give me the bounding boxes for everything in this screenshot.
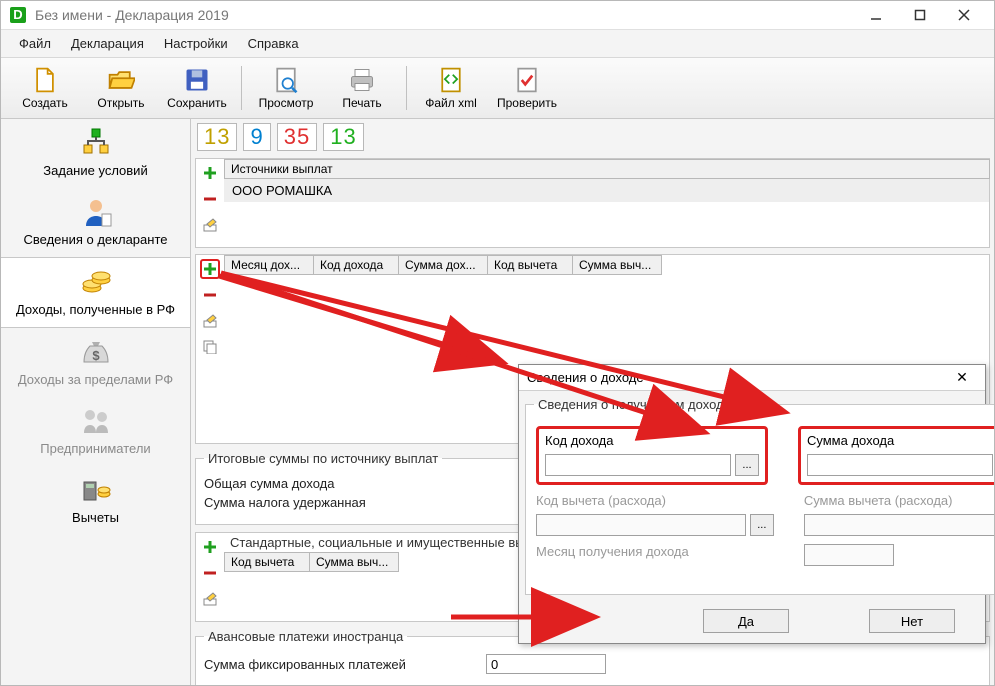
income-dialog: Сведения о доходе ✕ Сведения о полученно… [518, 364, 986, 644]
rate-13b[interactable]: 13 [323, 123, 363, 151]
sidebar-tab-entrepreneur[interactable]: Предприниматели [1, 397, 190, 466]
minus-icon [203, 566, 217, 580]
edit-source-button[interactable] [200, 215, 220, 235]
entrepreneur-icon [80, 405, 112, 437]
deductions-icon [80, 474, 112, 506]
svg-text:$: $ [92, 348, 100, 363]
menu-file[interactable]: Файл [9, 32, 61, 55]
open-folder-icon [107, 66, 135, 94]
preview-icon [272, 66, 300, 94]
edit-icon [203, 218, 217, 232]
rate-13[interactable]: 13 [197, 123, 237, 151]
deduction-sum-input[interactable] [804, 514, 995, 536]
app-icon: D [9, 6, 27, 24]
plus-icon [203, 166, 217, 180]
toolbar-print[interactable]: Печать [324, 62, 400, 114]
toolbar-save[interactable]: Сохранить [159, 62, 235, 114]
sidebar-tab-conditions[interactable]: Задание условий [1, 119, 190, 188]
col-ded-sum: Сумма выч... [572, 255, 662, 275]
source-row[interactable]: ООО РОМАШКА [224, 179, 989, 202]
sidebar-tab-income-abroad[interactable]: $ Доходы за пределами РФ [1, 328, 190, 397]
plus-icon [203, 262, 217, 276]
sum-label: Сумма дохода [807, 433, 993, 448]
close-button[interactable] [942, 1, 986, 29]
xml-file-icon [437, 66, 465, 94]
month-input[interactable] [804, 544, 894, 566]
sidebar-tab-declarant[interactable]: Сведения о декларанте [1, 188, 190, 257]
rate-35[interactable]: 35 [277, 123, 317, 151]
minimize-button[interactable] [854, 1, 898, 29]
money-bag-icon: $ [80, 336, 112, 368]
dialog-close-button[interactable]: ✕ [947, 369, 977, 386]
fixed-payment-input[interactable] [486, 654, 606, 674]
check-icon [513, 66, 541, 94]
menu-settings[interactable]: Настройки [154, 32, 238, 55]
col-code: Код дохода [313, 255, 399, 275]
code-label: Код дохода [545, 433, 759, 448]
menu-help[interactable]: Справка [238, 32, 309, 55]
save-icon [183, 66, 211, 94]
toolbar-open[interactable]: Открыть [83, 62, 159, 114]
toolbar-check[interactable]: Проверить [489, 62, 565, 114]
svg-text:D: D [13, 7, 22, 22]
dialog-ok-button[interactable]: Да [703, 609, 789, 633]
toolbar-create[interactable]: Создать [7, 62, 83, 114]
toolbar-xml[interactable]: Файл xml [413, 62, 489, 114]
minus-icon [203, 192, 217, 206]
minus-icon [203, 288, 217, 302]
dialog-cancel-button[interactable]: Нет [869, 609, 955, 633]
delete-income-button[interactable] [200, 285, 220, 305]
col-ded-code: Код вычета [487, 255, 573, 275]
col-month: Месяц дох... [224, 255, 314, 275]
income-code-input[interactable] [545, 454, 731, 476]
deduction-code-input[interactable] [536, 514, 746, 536]
sidebar: Задание условий Сведения о декларанте До… [1, 119, 191, 686]
add-source-button[interactable] [200, 163, 220, 183]
person-icon [80, 196, 112, 228]
coins-icon [80, 266, 112, 298]
copy-income-button[interactable] [200, 337, 220, 357]
col-sum: Сумма дох... [398, 255, 488, 275]
conditions-icon [80, 127, 112, 159]
titlebar: D Без имени - Декларация 2019 [1, 1, 994, 30]
window-title: Без имени - Декларация 2019 [35, 7, 854, 23]
rate-9[interactable]: 9 [243, 123, 270, 151]
rate-tabs: 13 9 35 13 [191, 119, 994, 155]
income-code-lookup[interactable]: ... [735, 454, 759, 476]
menubar: Файл Декларация Настройки Справка [1, 30, 994, 58]
edit-deduction-button[interactable] [200, 589, 220, 609]
plus-icon [203, 540, 217, 554]
sidebar-tab-deductions[interactable]: Вычеты [1, 466, 190, 535]
income-sum-input[interactable] [807, 454, 993, 476]
edit-income-button[interactable] [200, 311, 220, 331]
toolbar: Создать Открыть Сохранить Просмотр Печат… [1, 58, 994, 119]
toolbar-preview[interactable]: Просмотр [248, 62, 324, 114]
sidebar-tab-income-rf[interactable]: Доходы, полученные в РФ [1, 257, 190, 328]
sources-header: Источники выплат [224, 159, 990, 179]
dialog-title: Сведения о доходе [527, 370, 947, 385]
print-icon [348, 66, 376, 94]
delete-source-button[interactable] [200, 189, 220, 209]
deduction-code-lookup[interactable]: ... [750, 514, 774, 536]
edit-icon [203, 592, 217, 606]
copy-icon [203, 340, 217, 354]
menu-declaration[interactable]: Декларация [61, 32, 154, 55]
new-file-icon [31, 66, 59, 94]
edit-icon [203, 314, 217, 328]
maximize-button[interactable] [898, 1, 942, 29]
delete-deduction-button[interactable] [200, 563, 220, 583]
add-income-button[interactable] [200, 259, 220, 279]
add-deduction-button[interactable] [200, 537, 220, 557]
